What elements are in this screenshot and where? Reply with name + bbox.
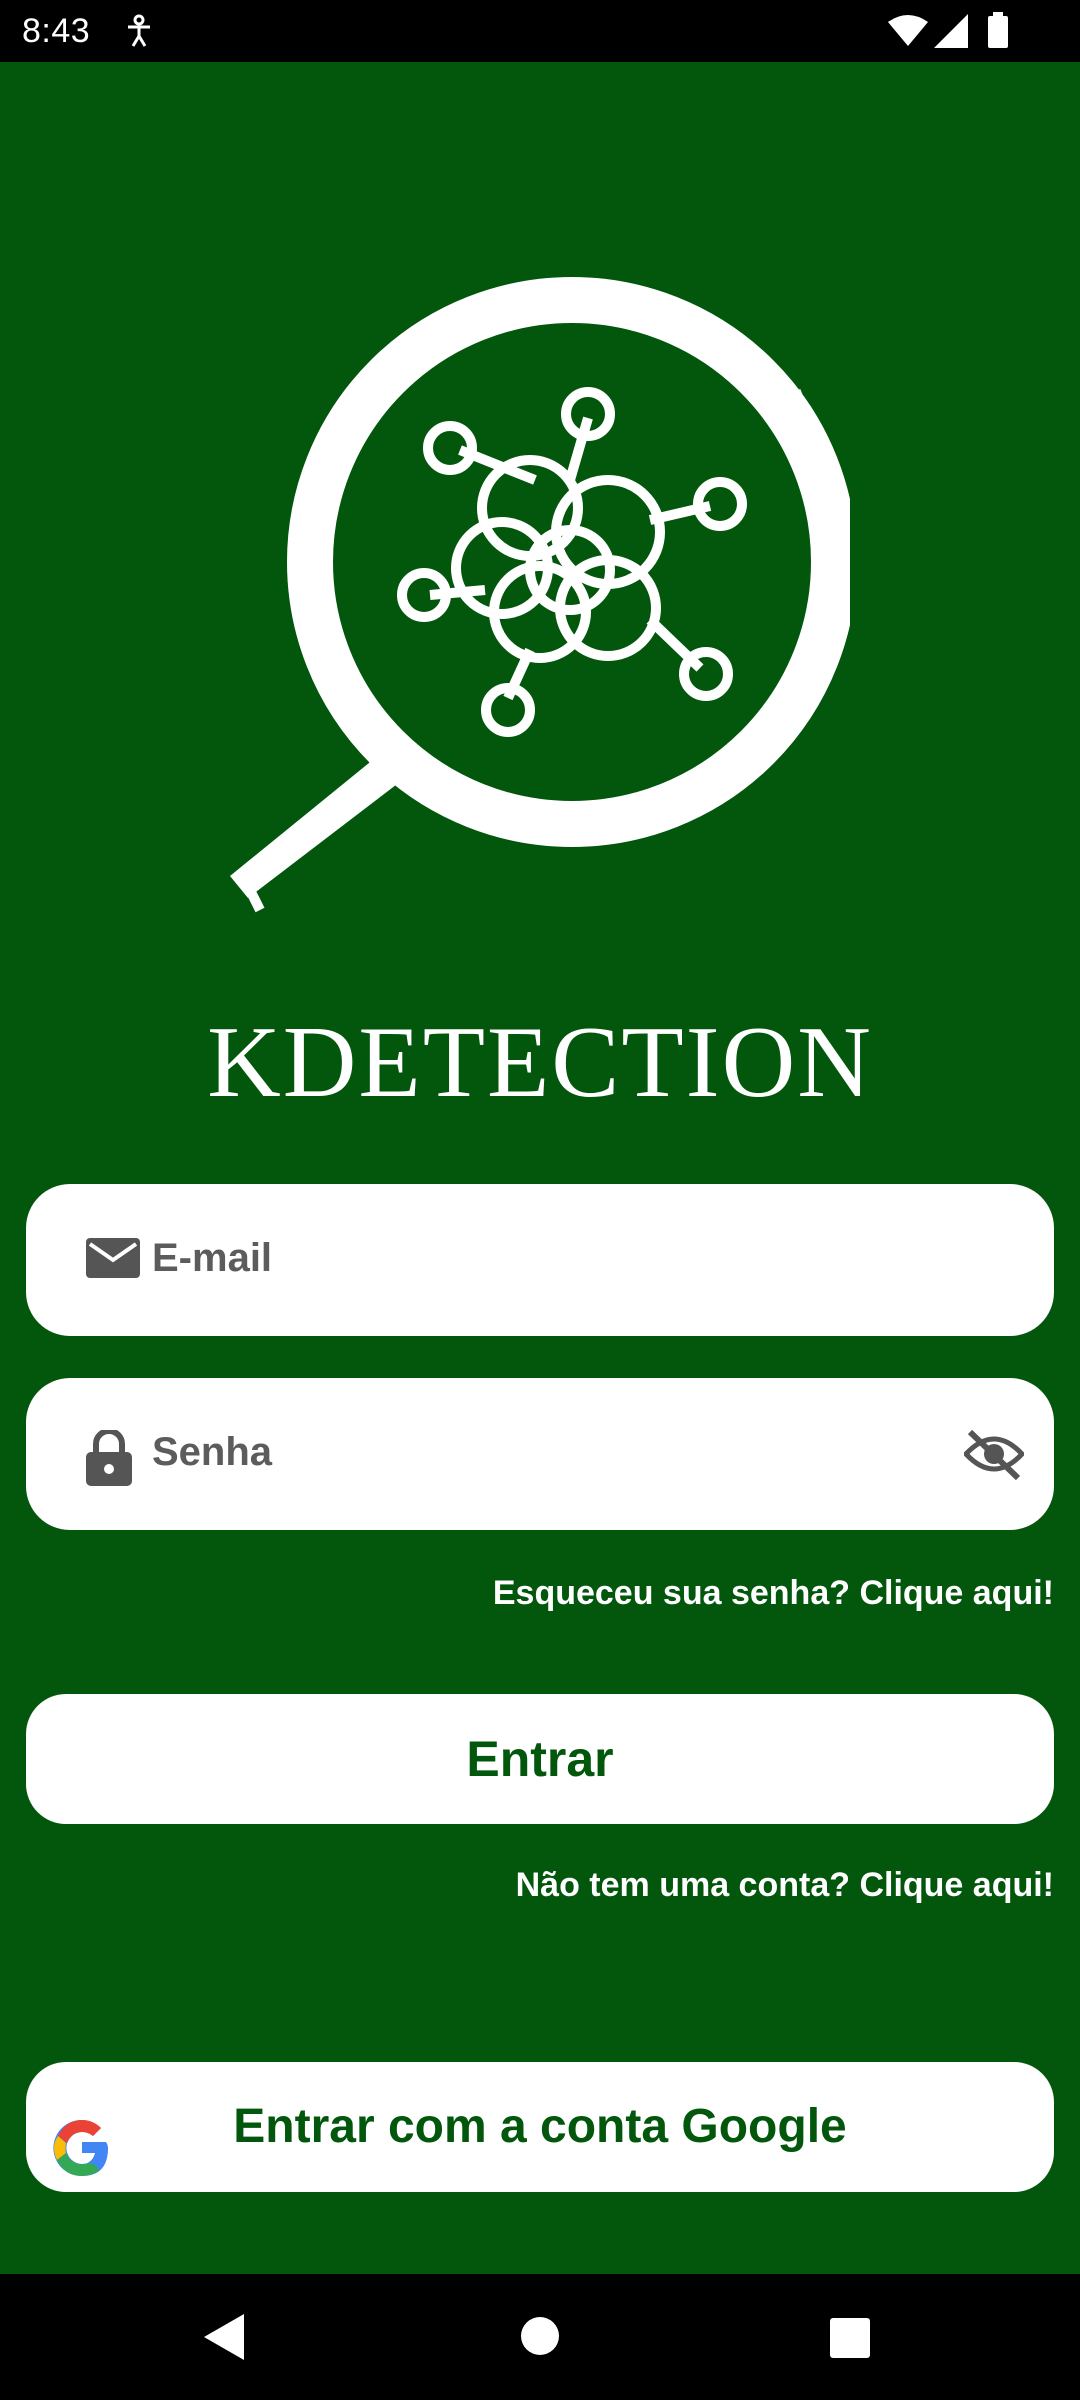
- brand-name: KDETECTION: [207, 1006, 873, 1119]
- email-placeholder: E-mail: [152, 1236, 273, 1280]
- home-circle-icon[interactable]: [520, 2316, 560, 2361]
- magnifier-molecule-logo-icon: [230, 270, 857, 930]
- forgot-password-link[interactable]: Esqueceu sua senha? Clique aqui!: [493, 1574, 1054, 1613]
- lock-icon: [86, 1428, 132, 1491]
- password-placeholder: Senha: [152, 1430, 273, 1474]
- accessibility-icon: [124, 14, 154, 53]
- mail-icon: [86, 1236, 140, 1285]
- email-field[interactable]: E-mail: [26, 1184, 1054, 1336]
- navigation-bar: [0, 2274, 1080, 2400]
- password-field[interactable]: Senha: [26, 1378, 1054, 1530]
- eye-off-icon[interactable]: [962, 1428, 1026, 1485]
- wifi-icon: [888, 14, 928, 53]
- status-bar: 8:43: [0, 0, 1080, 62]
- google-login-button[interactable]: Entrar com a conta Google: [26, 2062, 1054, 2192]
- google-g-icon: [52, 2098, 112, 2228]
- recent-square-icon[interactable]: [830, 2318, 870, 2363]
- login-button[interactable]: Entrar: [26, 1694, 1054, 1824]
- google-button-label: Entrar com a conta Google: [233, 2100, 847, 2153]
- signal-icon: [934, 14, 968, 53]
- status-time: 8:43: [22, 12, 91, 50]
- back-triangle-icon[interactable]: [204, 2314, 244, 2365]
- signup-link[interactable]: Não tem uma conta? Clique aqui!: [516, 1866, 1054, 1905]
- battery-icon: [988, 12, 1008, 53]
